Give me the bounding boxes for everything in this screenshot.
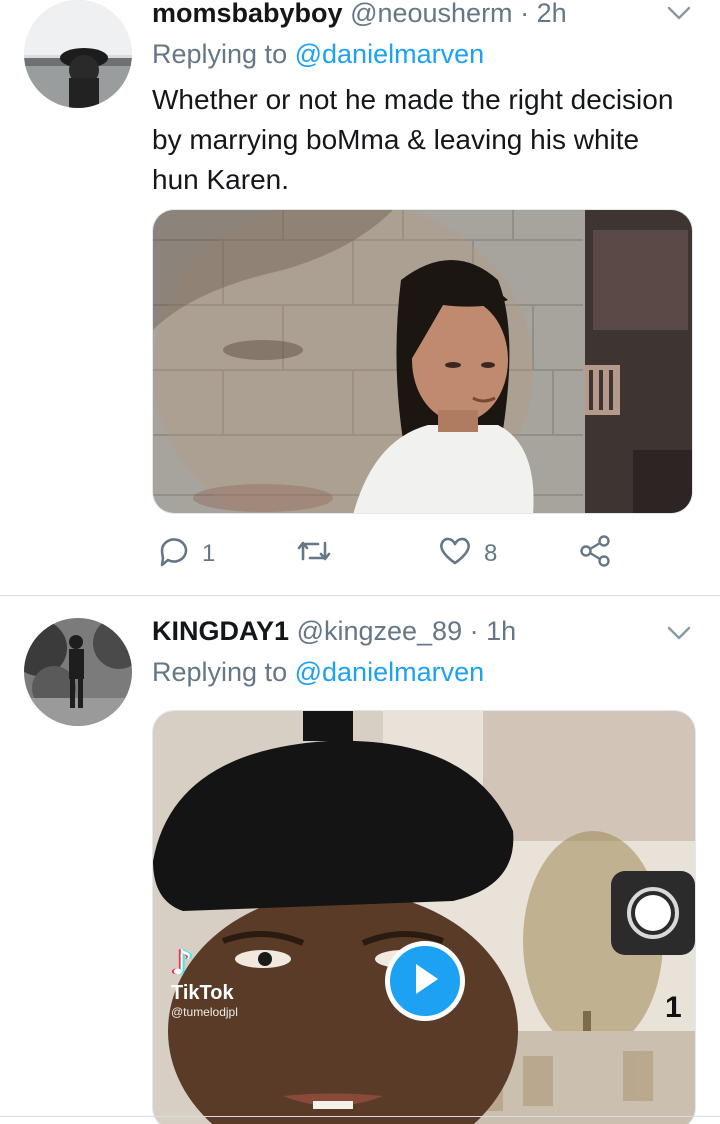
tweet-actions: 1 8	[152, 534, 652, 574]
replying-to: Replying to @danielmarven	[152, 655, 484, 689]
tweet-text: Whether or not he made the right decisio…	[152, 84, 674, 195]
tweet-1[interactable]: momsbabyboy @neousherm · 2h Replying to …	[0, 0, 720, 595]
photo-image	[153, 210, 692, 513]
share-button[interactable]	[578, 534, 612, 574]
replying-to: Replying to @danielmarven	[152, 37, 484, 71]
replying-to-label: Replying to	[152, 39, 288, 69]
timestamp[interactable]: 1h	[486, 616, 516, 646]
play-icon	[410, 962, 440, 1001]
avatar-image	[24, 618, 132, 726]
retweet-icon	[296, 534, 332, 575]
username[interactable]: @neousherm	[350, 0, 513, 28]
like-button[interactable]: 8	[438, 534, 497, 574]
chevron-down-icon[interactable]	[666, 620, 692, 646]
mention-link[interactable]: @danielmarven	[295, 657, 485, 687]
separator: ·	[469, 616, 479, 646]
timestamp[interactable]: 2h	[537, 0, 567, 28]
retweet-button[interactable]	[296, 534, 332, 574]
avatar[interactable]	[24, 0, 132, 108]
separator: ·	[520, 0, 530, 28]
display-name[interactable]: KINGDAY1	[152, 616, 289, 646]
video-overlay-digit: 1	[665, 991, 682, 1024]
tweet-divider	[0, 1116, 720, 1117]
tiktok-watermark: ♪ TikTok @tumelodjpl	[171, 946, 238, 1019]
tweet-header: KINGDAY1 @kingzee_89 · 1h	[152, 614, 516, 648]
avatar-image	[24, 0, 132, 108]
mention-link[interactable]: @danielmarven	[295, 39, 485, 69]
tiktok-label: TikTok	[171, 982, 234, 1004]
avatar[interactable]	[24, 618, 132, 726]
share-icon	[578, 534, 612, 575]
tweet-photo[interactable]	[152, 209, 693, 514]
reply-count: 1	[202, 540, 216, 567]
replying-to-label: Replying to	[152, 657, 288, 687]
play-button[interactable]	[385, 941, 465, 1021]
like-count: 8	[484, 540, 498, 567]
tweet-2[interactable]: KINGDAY1 @kingzee_89 · 1h Replying to @d…	[0, 596, 720, 1124]
display-name[interactable]: momsbabyboy	[152, 0, 343, 28]
reply-icon	[156, 534, 190, 575]
tiktok-username: @tumelodjpl	[171, 1005, 238, 1019]
reply-button[interactable]: 1	[156, 534, 215, 574]
tweet-video[interactable]: ♪ TikTok @tumelodjpl 1	[152, 710, 696, 1124]
chevron-down-icon[interactable]	[666, 0, 692, 26]
tweet-header: momsbabyboy @neousherm · 2h	[152, 0, 567, 30]
username[interactable]: @kingzee_89	[297, 616, 463, 646]
like-icon	[438, 534, 472, 575]
record-button-icon[interactable]	[611, 871, 695, 955]
tiktok-logo-icon: ♪	[171, 943, 193, 983]
